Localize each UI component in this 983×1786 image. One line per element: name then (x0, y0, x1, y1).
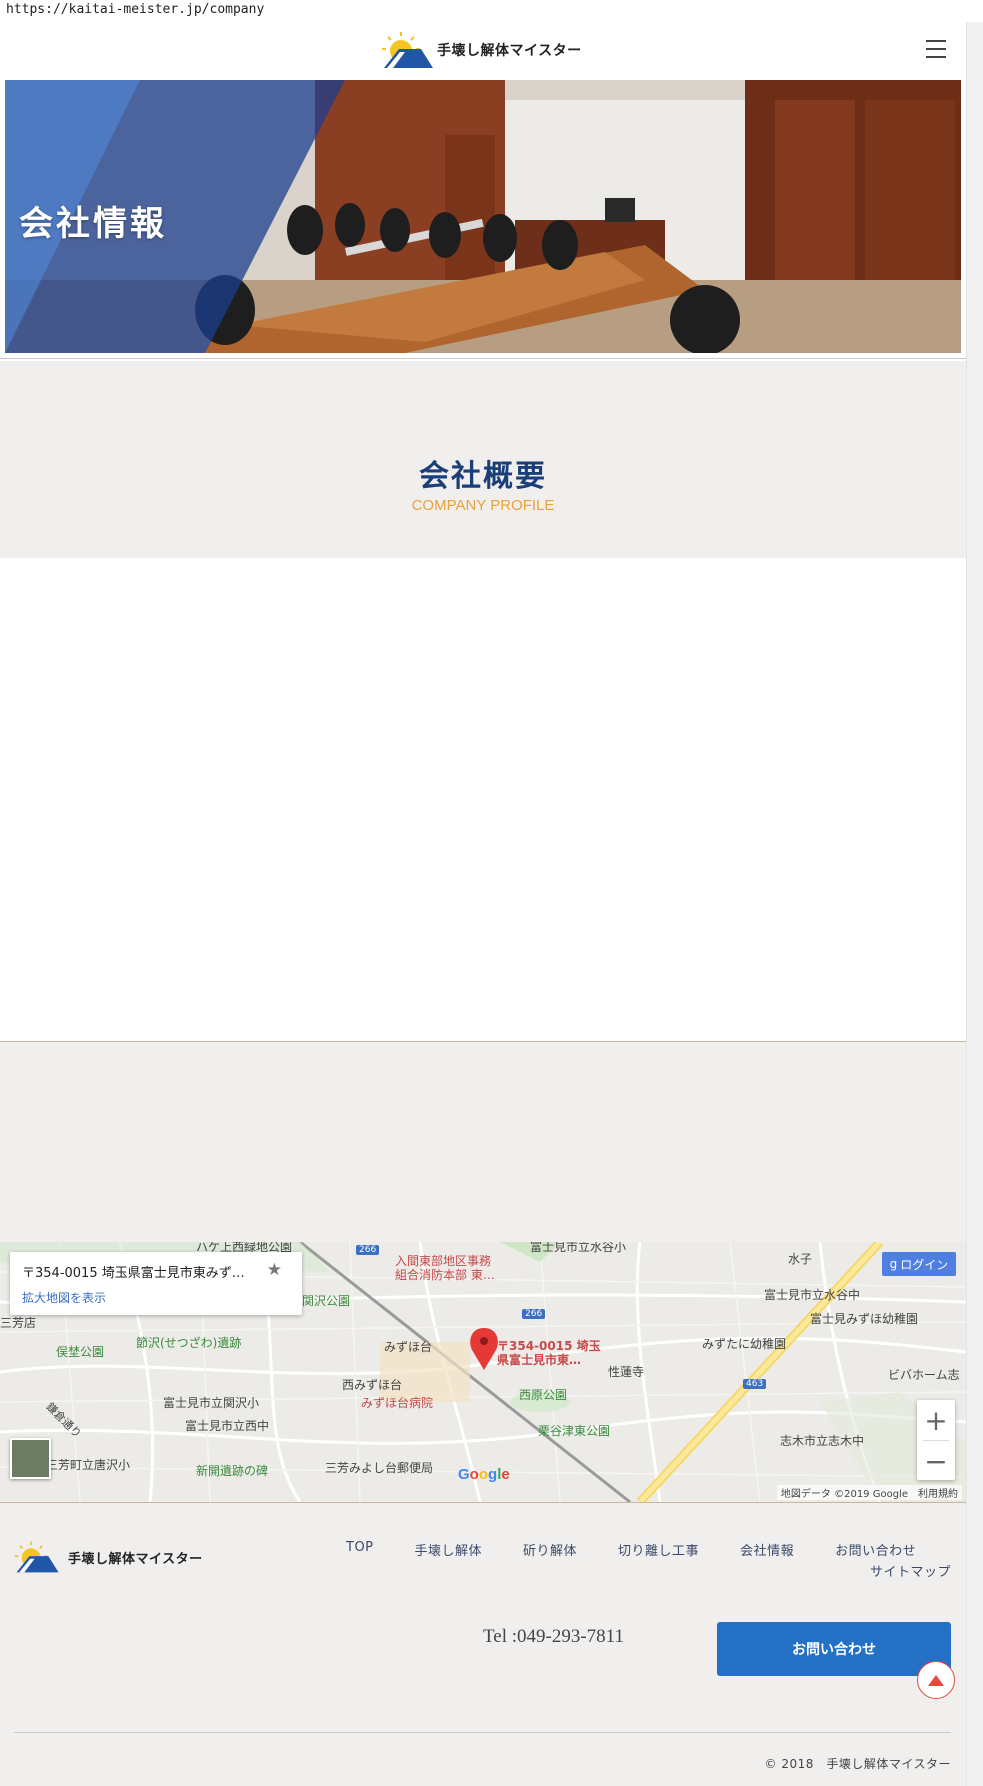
map-label: 富士見市立水谷中 (764, 1288, 861, 1302)
footer-logo-text: 手壊し解体マイスター (68, 1551, 203, 1567)
browser-url: https://kaitai-meister.jp/company (0, 0, 983, 22)
footer-nav-contact[interactable]: お問い合わせ (835, 1540, 916, 1559)
footer-divider (14, 1732, 951, 1733)
footer-nav-sitemap[interactable]: サイトマップ (870, 1561, 951, 1580)
page-scrollbar[interactable] (966, 22, 983, 1786)
map-label: 三芳みよし台郵便局 (325, 1461, 434, 1475)
footer-logo[interactable]: 手壊し解体マイスター (14, 1541, 203, 1573)
route-shield: 463 (743, 1379, 767, 1389)
map-label: みずほ台病院 (361, 1396, 434, 1410)
map-label: 富士見みずほ幼稚園 (810, 1312, 919, 1326)
profile-subtitle: COMPANY PROFILE (411, 497, 555, 514)
copyright: © 2018 手壊し解体マイスター (764, 1757, 951, 1771)
star-icon[interactable]: ★ (267, 1260, 282, 1280)
route-shield: 266 (356, 1245, 380, 1255)
zoom-out-button[interactable]: − (917, 1441, 955, 1481)
map-label: 三芳店 (0, 1316, 37, 1330)
footer-nav: TOP 手壊し解体 斫り解体 切り離し工事 会社情報 お問い合わせ (346, 1540, 916, 1559)
map-label: 西みずほ台 (342, 1378, 403, 1392)
map-label: 富士見市立関沢小 (163, 1396, 260, 1410)
map-label: 三芳町立唐沢小 (46, 1458, 131, 1472)
map-label: 新開遺跡の碑 (196, 1464, 269, 1478)
hero-title: 会社情報 (19, 204, 167, 244)
map-place-title: 〒354-0015 埼玉県富士見市東みず… (22, 1266, 245, 1281)
google-map[interactable]: ハケ上西緑地公園 入間東部地区事務 組合消防本部 東… 富士見市立水谷小 水子 … (0, 1242, 966, 1502)
hero-divider (0, 358, 966, 359)
company-profile-section: 会社概要 COMPANY PROFILE (0, 361, 966, 558)
route-shield: 266 (522, 1309, 546, 1319)
map-attribution: 地図データ ©2019 Google 利用規約 (776, 1485, 962, 1500)
map-pin-label: 県富士見市東… (497, 1353, 582, 1367)
satellite-toggle[interactable] (10, 1438, 51, 1479)
map-label: 俣埜公園 (56, 1345, 105, 1359)
hamburger-menu-icon[interactable] (926, 40, 946, 58)
map-label: 性蓮寺 (608, 1365, 645, 1379)
map-login-label: ログイン (900, 1257, 949, 1272)
map-label: ビバホーム志 (888, 1368, 960, 1382)
header-logo[interactable]: 手壊し解体マイスター (381, 32, 582, 68)
contact-button[interactable]: お問い合わせ (717, 1622, 951, 1676)
header-logo-text: 手壊し解体マイスター (437, 43, 582, 59)
map-label: 富士見市立西中 (185, 1419, 270, 1433)
footer-nav-hand-demolition[interactable]: 手壊し解体 (415, 1540, 483, 1559)
map-label: 志木市立志木中 (780, 1434, 865, 1448)
page-top-button[interactable] (917, 1661, 955, 1699)
footer-nav-company[interactable]: 会社情報 (740, 1540, 794, 1559)
map-label: 節沢(せつざわ)遺跡 (136, 1336, 242, 1350)
map-zoom-control: + − (917, 1400, 955, 1480)
site-footer: 手壊し解体マイスター TOP 手壊し解体 斫り解体 切り離し工事 会社情報 お問… (0, 1503, 966, 1786)
hero-banner: 会社情報 (5, 80, 961, 353)
map-place-card: 〒354-0015 埼玉県富士見市東みず… ★ 拡大地図を表示 (10, 1252, 302, 1315)
map-label: みずほ台 (384, 1340, 433, 1354)
footer-nav-cutting-work[interactable]: 切り離し工事 (618, 1540, 699, 1559)
map-label: 富士見市立水谷小 (530, 1242, 627, 1254)
zoom-in-button[interactable]: + (917, 1400, 955, 1440)
sun-house-logo-icon (14, 1541, 62, 1573)
arrow-up-icon (928, 1674, 944, 1686)
footer-nav-top[interactable]: TOP (346, 1540, 374, 1559)
footer-tel[interactable]: Tel :049-293-7811 (483, 1626, 624, 1648)
map-label: 水子 (788, 1252, 813, 1266)
sun-house-logo-icon (381, 32, 437, 68)
profile-title: 会社概要 (419, 459, 547, 494)
google-g-icon: g (889, 1257, 898, 1271)
map-login-button[interactable]: g ログイン (882, 1252, 956, 1276)
site-header: 手壊し解体マイスター (0, 22, 966, 80)
map-label: 組合消防本部 東… (395, 1268, 495, 1282)
map-label: 西原公園 (519, 1388, 568, 1402)
map-spacer (0, 1042, 966, 1242)
map-label: みずたに幼稚園 (702, 1337, 787, 1351)
google-logo: Google (458, 1466, 510, 1483)
profile-content-area (0, 558, 966, 1041)
footer-nav-chipping-demolition[interactable]: 斫り解体 (523, 1540, 577, 1559)
map-label: 関沢公園 (302, 1294, 351, 1308)
map-label: 栗谷津東公園 (538, 1424, 611, 1438)
view-larger-map-link[interactable]: 拡大地図を表示 (22, 1289, 106, 1306)
